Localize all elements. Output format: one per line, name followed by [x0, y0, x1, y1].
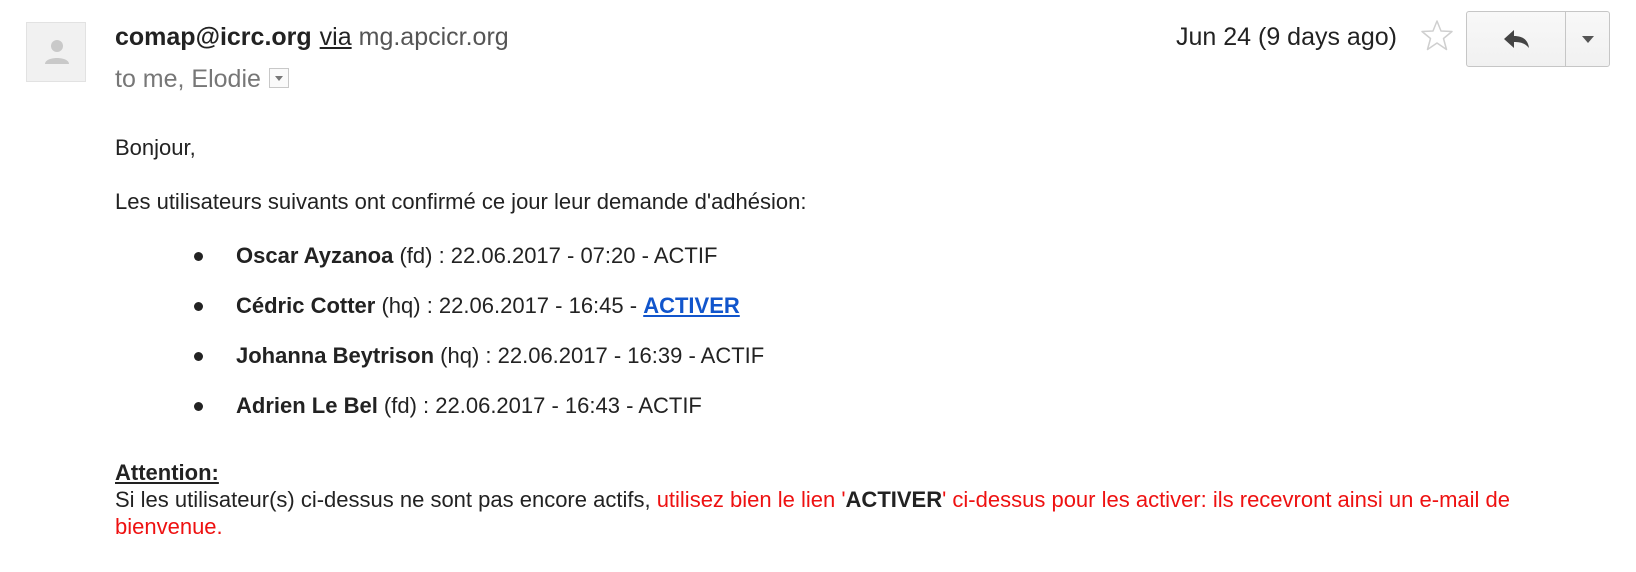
list-item: Adrien Le Bel (fd) : 22.06.2017 - 16:43 … — [178, 392, 764, 442]
sender-email[interactable]: comap@icrc.org — [115, 23, 312, 51]
message-date: Jun 24 (9 days ago) — [1176, 23, 1397, 51]
user-status: ACTIF — [700, 343, 765, 368]
recipients-line: to me, Elodie — [115, 64, 289, 94]
list-item: Oscar Ayzanoa (fd) : 22.06.2017 - 07:20 … — [178, 242, 764, 292]
bullet — [194, 252, 203, 261]
reply-arrow-icon — [1504, 30, 1529, 48]
bullet — [194, 352, 203, 361]
sender-line: comap@icrc.org via mg.apcicr.org — [115, 22, 509, 52]
recipients-text: to me, Elodie — [115, 65, 261, 93]
user-list: Oscar Ayzanoa (fd) : 22.06.2017 - 07:20 … — [178, 242, 764, 442]
attention-heading: Attention: — [115, 460, 219, 485]
user-name: Adrien Le Bel — [236, 393, 378, 418]
user-status: ACTIF — [653, 243, 718, 268]
user-name: Johanna Beytrison — [236, 343, 435, 368]
intro-text: Les utilisateurs suivants ont confirmé c… — [115, 189, 807, 214]
chevron-down-icon — [1581, 35, 1594, 43]
user-status: ACTIF — [638, 393, 702, 418]
activate-link[interactable]: ACTIVER — [643, 293, 740, 318]
star-icon[interactable] — [1420, 18, 1454, 52]
attention-warning-part-1: utilisez bien le lien ' — [656, 487, 846, 512]
user-detail: (hq) : 22.06.2017 - 16:45 - — [375, 293, 644, 318]
attention-activer-keyword: ACTIVER — [845, 487, 943, 512]
user-name: Oscar Ayzanoa — [236, 243, 394, 268]
via-link[interactable]: via — [320, 23, 352, 51]
user-detail: (fd) : 22.06.2017 - 16:43 - — [377, 393, 639, 418]
more-actions-button[interactable] — [1566, 12, 1609, 66]
list-item: Johanna Beytrison (hq) : 22.06.2017 - 16… — [178, 342, 764, 392]
bullet — [194, 302, 203, 311]
list-item: Cédric Cotter (hq) : 22.06.2017 - 16:45 … — [178, 292, 764, 342]
via-domain: mg.apcicr.org — [358, 23, 509, 51]
attention-paragraph: Si les utilisateur(s) ci-dessus ne sont … — [115, 486, 1525, 540]
sender-avatar — [26, 22, 86, 82]
greeting-text: Bonjour, — [115, 135, 196, 160]
user-name: Cédric Cotter — [236, 293, 376, 318]
user-detail: (fd) : 22.06.2017 - 07:20 - — [393, 243, 654, 268]
reply-button[interactable] — [1467, 12, 1566, 66]
attention-plain-text: Si les utilisateur(s) ci-dessus ne sont … — [115, 487, 657, 512]
reply-button-group — [1466, 11, 1610, 67]
bullet — [194, 402, 203, 411]
person-icon — [45, 40, 69, 64]
show-details-dropdown-icon[interactable] — [268, 68, 289, 89]
user-detail: (hq) : 22.06.2017 - 16:39 - — [434, 343, 701, 368]
